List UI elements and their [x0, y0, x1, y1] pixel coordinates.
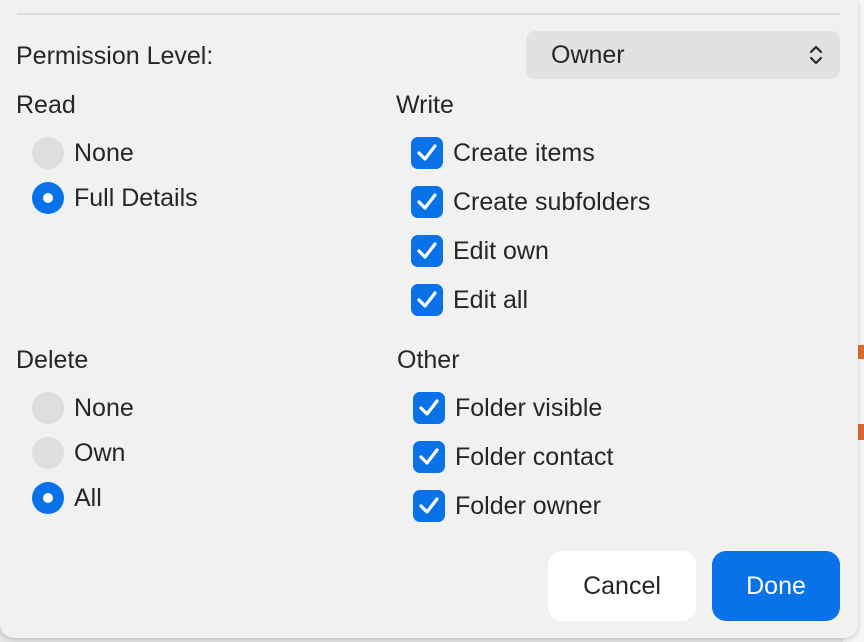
- radio-button[interactable]: [32, 482, 64, 514]
- checkbox-label: Folder contact: [455, 443, 614, 471]
- write-edit-own[interactable]: Edit own: [411, 234, 549, 268]
- write-create-subfolders[interactable]: Create subfolders: [411, 185, 650, 219]
- checkmark-icon: [419, 497, 439, 514]
- radio-label: Full Details: [74, 184, 198, 212]
- checkbox[interactable]: [411, 284, 443, 316]
- delete-option-all[interactable]: All: [32, 481, 102, 515]
- cancel-button[interactable]: Cancel: [548, 551, 696, 621]
- other-folder-contact[interactable]: Folder contact: [413, 440, 613, 474]
- radio-label: None: [74, 139, 134, 167]
- checkbox-label: Edit own: [453, 237, 549, 265]
- radio-label: None: [74, 394, 134, 422]
- delete-section-title: Delete: [16, 346, 89, 374]
- radio-button[interactable]: [32, 437, 64, 469]
- radio-button[interactable]: [32, 392, 64, 424]
- checkbox[interactable]: [413, 441, 445, 473]
- radio-label: Own: [74, 439, 126, 467]
- checkmark-icon: [419, 448, 439, 465]
- radio-button[interactable]: [32, 182, 64, 214]
- permissions-sheet: Permission Level: Owner Read None Full D…: [0, 0, 858, 638]
- write-create-items[interactable]: Create items: [411, 136, 595, 170]
- checkmark-icon: [417, 144, 437, 161]
- permission-level-value: Owner: [551, 41, 625, 69]
- delete-option-none[interactable]: None: [32, 391, 134, 425]
- radio-label: All: [74, 484, 102, 512]
- done-button[interactable]: Done: [712, 551, 840, 621]
- other-section-title: Other: [397, 346, 460, 374]
- checkmark-icon: [417, 291, 437, 308]
- permission-level-select[interactable]: Owner: [526, 31, 840, 79]
- checkbox-label: Create subfolders: [453, 188, 651, 216]
- delete-option-own[interactable]: Own: [32, 436, 125, 470]
- chevron-up-down-icon: [809, 45, 823, 65]
- checkbox[interactable]: [411, 235, 443, 267]
- checkbox[interactable]: [411, 186, 443, 218]
- write-section-title: Write: [396, 91, 454, 119]
- read-option-none[interactable]: None: [32, 136, 134, 170]
- checkbox-label: Folder owner: [455, 492, 601, 520]
- other-folder-visible[interactable]: Folder visible: [413, 391, 602, 425]
- checkbox[interactable]: [413, 392, 445, 424]
- checkbox-label: Folder visible: [455, 394, 603, 422]
- checkmark-icon: [417, 193, 437, 210]
- radio-button[interactable]: [32, 137, 64, 169]
- write-edit-all[interactable]: Edit all: [411, 283, 528, 317]
- read-option-full-details[interactable]: Full Details: [32, 181, 198, 215]
- background-accent-bar: [857, 424, 864, 440]
- checkbox[interactable]: [411, 137, 443, 169]
- permission-level-label: Permission Level:: [16, 42, 214, 70]
- checkbox-label: Edit all: [453, 286, 529, 314]
- divider: [17, 13, 840, 15]
- checkbox[interactable]: [413, 490, 445, 522]
- checkmark-icon: [417, 242, 437, 259]
- checkmark-icon: [419, 399, 439, 416]
- other-folder-owner[interactable]: Folder owner: [413, 489, 601, 523]
- checkbox-label: Create items: [453, 139, 595, 167]
- background-accent-bar: [857, 345, 864, 359]
- read-section-title: Read: [16, 91, 76, 119]
